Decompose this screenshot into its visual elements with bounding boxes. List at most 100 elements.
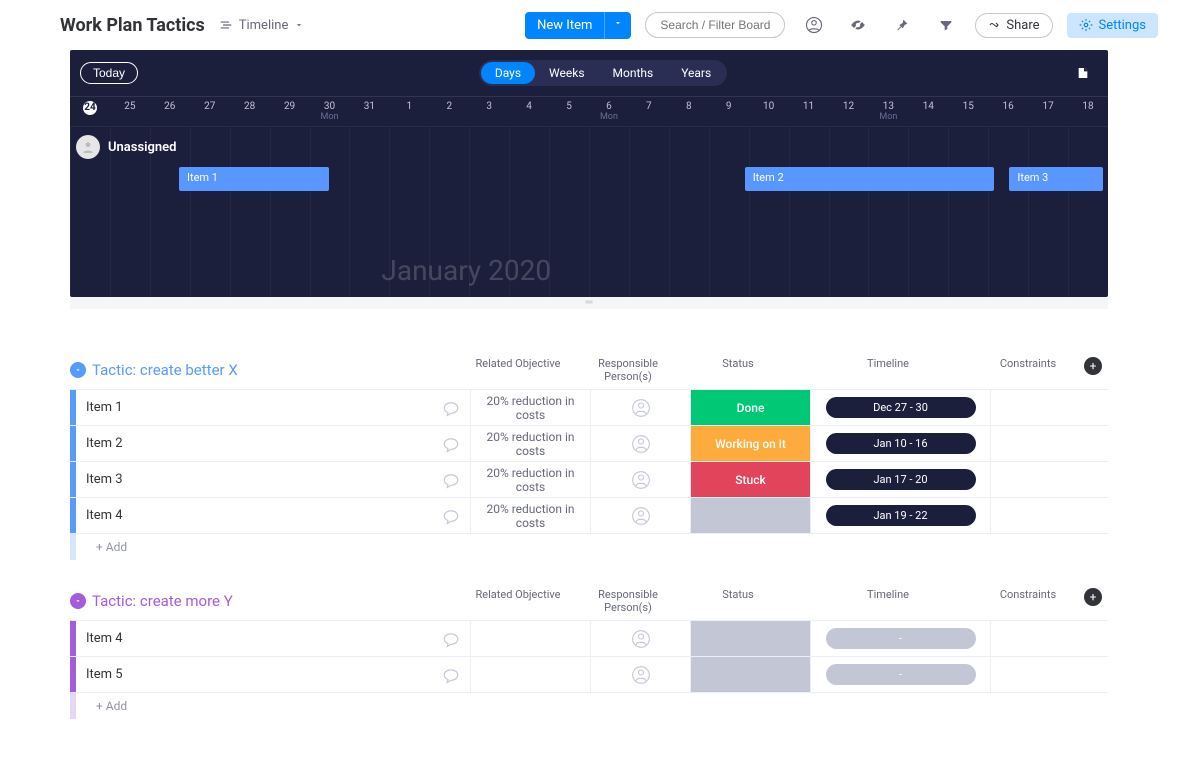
table-row[interactable]: Item 2 20% reduction in costs Working on i… <box>70 425 1108 461</box>
new-item-label: New Item <box>525 12 604 39</box>
view-toggle-days[interactable]: Days <box>481 62 535 84</box>
share-icon <box>988 19 1000 31</box>
view-toggle-years[interactable]: Years <box>667 62 725 84</box>
cell-timeline[interactable]: Jan 10 - 16 <box>810 426 990 461</box>
item-name[interactable]: Item 4 <box>76 508 432 523</box>
filter-icon[interactable] <box>931 10 961 40</box>
table-row[interactable]: Item 4 20% reduction in costs Jan 19 - 22 <box>70 497 1108 533</box>
item-name[interactable]: Item 1 <box>76 400 432 415</box>
chat-icon[interactable] <box>432 435 470 453</box>
cell-objective[interactable]: 20% reduction in costs <box>470 498 590 533</box>
table-row[interactable]: Item 5 - <box>70 656 1108 692</box>
pin-icon[interactable] <box>887 10 917 40</box>
group-title[interactable]: Tactic: create more Y <box>92 592 233 610</box>
chat-icon[interactable] <box>432 666 470 684</box>
today-button[interactable]: Today <box>80 62 138 84</box>
day-col-12: 12 <box>829 97 869 126</box>
timeline-bar[interactable]: Item 2 <box>745 167 994 191</box>
board-title: Work Plan Tactics <box>60 15 205 36</box>
search-input[interactable] <box>645 12 785 38</box>
day-col-2: 2 <box>429 97 469 126</box>
new-item-caret[interactable] <box>604 12 631 39</box>
cell-person[interactable] <box>590 426 690 461</box>
table-row[interactable]: Item 1 20% reduction in costs DoneDec 27 -… <box>70 389 1108 425</box>
view-label: Timeline <box>239 18 289 33</box>
cell-objective[interactable] <box>470 657 590 692</box>
add-item-row[interactable]: + Add <box>70 533 1108 560</box>
gear-icon <box>1079 18 1093 32</box>
cell-person[interactable] <box>590 657 690 692</box>
resize-handle[interactable]: ═ <box>70 297 1108 309</box>
group-collapse[interactable] <box>70 362 86 378</box>
profile-icon[interactable] <box>799 10 829 40</box>
item-name[interactable]: Item 3 <box>76 472 432 487</box>
cell-objective[interactable]: 20% reduction in costs <box>470 426 590 461</box>
day-col-14: 14 <box>908 97 948 126</box>
day-col-29: 29 <box>270 97 310 126</box>
item-name[interactable]: Item 5 <box>76 667 432 682</box>
day-col-11: 11 <box>789 97 829 126</box>
cell-status[interactable]: Working on it <box>690 426 810 461</box>
month-label: January 2020 <box>381 254 551 287</box>
timeline-icon <box>219 18 233 32</box>
timeline-bar[interactable]: Item 1 <box>179 167 330 191</box>
add-column-button[interactable]: + <box>1084 588 1102 606</box>
share-button[interactable]: Share <box>975 13 1052 38</box>
day-col-4: 4 <box>509 97 549 126</box>
group-collapse[interactable] <box>70 593 86 609</box>
cell-status[interactable] <box>690 498 810 533</box>
chat-icon[interactable] <box>432 507 470 525</box>
settings-label: Settings <box>1099 18 1146 33</box>
col-header-status: Status <box>678 588 798 614</box>
day-col-28: 28 <box>230 97 270 126</box>
view-toggle-months[interactable]: Months <box>599 62 668 84</box>
cell-constraints[interactable] <box>990 498 1090 533</box>
day-col-10: 10 <box>749 97 789 126</box>
day-col-18: 18 <box>1068 97 1108 126</box>
add-item-row[interactable]: + Add <box>70 692 1108 719</box>
cell-status[interactable] <box>690 657 810 692</box>
view-toggle-weeks[interactable]: Weeks <box>535 62 598 84</box>
cell-objective[interactable]: 20% reduction in costs <box>470 390 590 425</box>
add-column-button[interactable]: + <box>1084 357 1102 375</box>
timeline-bar[interactable]: Item 3 <box>1009 167 1102 191</box>
cell-timeline[interactable]: Jan 17 - 20 <box>810 462 990 497</box>
view-selector[interactable]: Timeline <box>219 18 305 33</box>
cell-status[interactable]: Stuck <box>690 462 810 497</box>
chevron-down-icon <box>613 18 623 28</box>
cell-person[interactable] <box>590 462 690 497</box>
cell-timeline[interactable]: Jan 19 - 22 <box>810 498 990 533</box>
col-header-status: Status <box>678 357 798 383</box>
unassigned-avatar <box>76 135 100 159</box>
new-item-button[interactable]: New Item <box>525 12 631 39</box>
cell-person[interactable] <box>590 498 690 533</box>
col-header-constraints: Constraints <box>978 357 1078 383</box>
cell-constraints[interactable] <box>990 390 1090 425</box>
cell-person[interactable] <box>590 390 690 425</box>
item-name[interactable]: Item 2 <box>76 436 432 451</box>
cell-timeline[interactable]: - <box>810 657 990 692</box>
export-icon[interactable] <box>1068 58 1098 88</box>
eye-icon[interactable] <box>843 10 873 40</box>
cell-constraints[interactable] <box>990 426 1090 461</box>
cell-timeline[interactable]: Dec 27 - 30 <box>810 390 990 425</box>
day-col-24: 24 <box>70 97 110 126</box>
col-header-constraints: Constraints <box>978 588 1078 614</box>
col-header-objective: Related Objective <box>458 357 578 383</box>
share-label: Share <box>1006 18 1039 33</box>
day-col-31: 31 <box>349 97 389 126</box>
day-col-7: 7 <box>629 97 669 126</box>
group-title[interactable]: Tactic: create better X <box>92 361 238 379</box>
settings-button[interactable]: Settings <box>1067 13 1158 38</box>
cell-status[interactable]: Done <box>690 390 810 425</box>
table-row[interactable]: Item 4- <box>70 620 1108 656</box>
table-row[interactable]: Item 3 20% reduction in costs StuckJan 17 … <box>70 461 1108 497</box>
cell-objective[interactable]: 20% reduction in costs <box>470 462 590 497</box>
chat-icon[interactable] <box>432 471 470 489</box>
cell-constraints[interactable] <box>990 462 1090 497</box>
day-col-26: 26 <box>150 97 190 126</box>
day-col-6: 6Mon <box>589 97 629 126</box>
cell-constraints[interactable] <box>990 657 1090 692</box>
day-col-5: 5 <box>549 97 589 126</box>
chat-icon[interactable] <box>432 399 470 417</box>
